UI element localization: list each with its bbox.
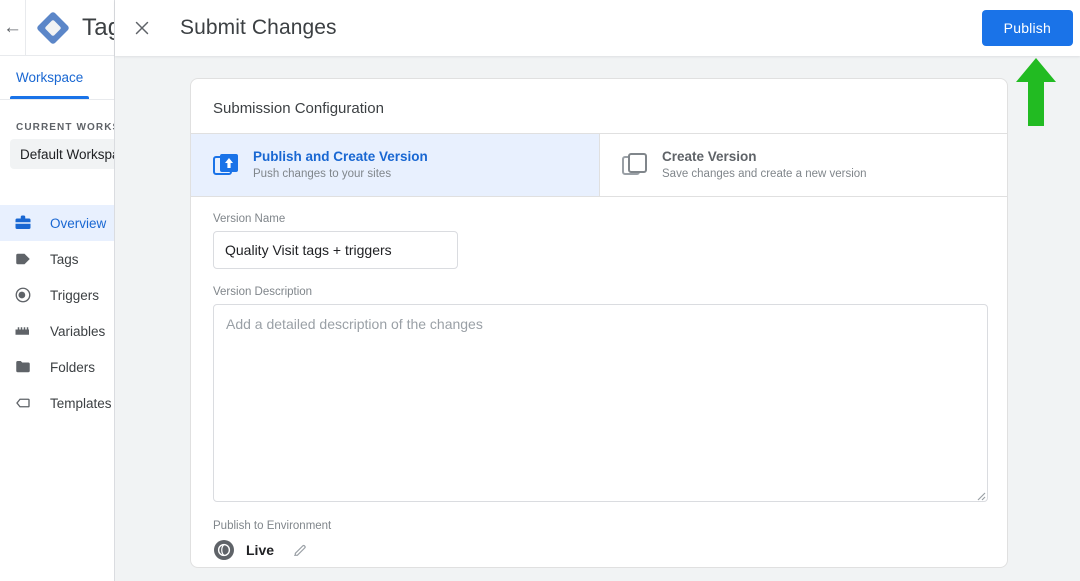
mode-text: Create Version Save changes and create a… xyxy=(662,148,867,182)
folder-icon xyxy=(12,357,34,377)
sidebar-item-label: Triggers xyxy=(50,287,100,303)
overlay-header: Submit Changes Publish xyxy=(115,0,1080,56)
back-arrow-icon[interactable]: ← xyxy=(0,0,26,56)
publish-button[interactable]: Publish xyxy=(981,10,1073,46)
environment-globe-icon xyxy=(213,539,235,561)
sidebar-item-label: Templates xyxy=(50,395,112,411)
mode-subtitle: Push changes to your sites xyxy=(253,168,392,181)
mode-title: Publish and Create Version xyxy=(253,149,428,164)
sidebar-item-label: Overview xyxy=(50,215,107,231)
mode-create-version[interactable]: Create Version Save changes and create a… xyxy=(599,134,1007,196)
google-tag-manager-logo xyxy=(36,11,70,45)
close-icon[interactable] xyxy=(129,15,155,41)
page-title: Submit Changes xyxy=(180,16,337,39)
mode-publish-and-create-version[interactable]: Publish and Create Version Push changes … xyxy=(191,134,599,196)
version-description-wrapper xyxy=(213,303,988,502)
card-body: Version Name Version Description Publish… xyxy=(191,197,1007,567)
pencil-icon[interactable] xyxy=(292,542,308,558)
mode-subtitle: Save changes and create a new version xyxy=(662,168,867,181)
tab-workspace[interactable]: Workspace xyxy=(0,55,99,99)
version-name-input[interactable] xyxy=(213,230,458,269)
sidebar-item-label: Tags xyxy=(50,251,79,267)
sidebar-item-label: Variables xyxy=(50,323,106,339)
trigger-icon xyxy=(12,285,34,305)
tab-workspace-label: Workspace xyxy=(16,69,84,85)
version-description-label: Version Description xyxy=(213,285,313,298)
mode-title: Create Version xyxy=(662,149,757,164)
card-title: Submission Configuration xyxy=(213,100,384,117)
version-description-input[interactable] xyxy=(213,303,988,502)
template-icon xyxy=(12,393,34,413)
publish-environment-row: Live xyxy=(213,539,985,567)
sidebar-item-label: Folders xyxy=(50,359,96,375)
submission-configuration-card: Submission Configuration Publish and Cre… xyxy=(190,78,1008,568)
version-name-label: Version Name xyxy=(213,212,286,225)
submission-mode-selector: Publish and Create Version Push changes … xyxy=(191,133,1007,197)
submit-changes-overlay: Submit Changes Publish Submission Config… xyxy=(114,0,1080,581)
screen-root: ← Tag Manager Workspace CURRENT WORKSPAC… xyxy=(0,0,1080,581)
environment-name: Live xyxy=(246,541,275,558)
publish-version-icon xyxy=(213,152,239,178)
green-up-arrow xyxy=(1016,58,1056,126)
publish-environment-label: Publish to Environment xyxy=(213,519,332,532)
create-version-icon xyxy=(622,152,648,178)
tag-icon xyxy=(12,249,34,269)
mode-text: Publish and Create Version Push changes … xyxy=(253,148,428,182)
variables-icon xyxy=(12,321,34,341)
overview-icon xyxy=(12,213,34,233)
field-spacer xyxy=(213,269,985,286)
